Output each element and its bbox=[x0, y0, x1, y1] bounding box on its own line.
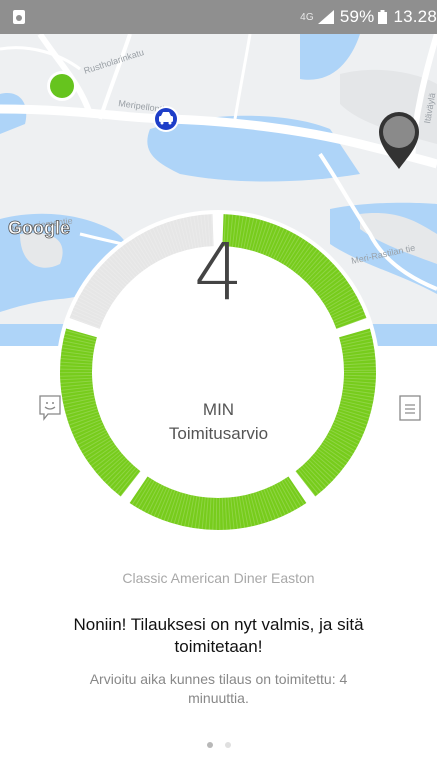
receipt-icon[interactable] bbox=[398, 394, 422, 422]
page-dot[interactable] bbox=[224, 742, 231, 748]
eta-minutes: 4 bbox=[193, 228, 244, 318]
eta-unit: MIN bbox=[202, 400, 235, 419]
page-indicator[interactable] bbox=[0, 742, 437, 748]
restaurant-name: Classic American Diner Easton bbox=[122, 570, 315, 586]
delivery-estimate-text: Arvioitu aika kunnes tilaus on toimitett… bbox=[89, 671, 348, 706]
feedback-icon[interactable] bbox=[38, 394, 62, 422]
page-dot-active[interactable] bbox=[206, 742, 213, 748]
eta-label: Toimitusarvio bbox=[168, 424, 269, 443]
eta-progress-ring: 4 MIN Toimitusarvio bbox=[0, 0, 437, 560]
order-status-headline: Noniin! Tilauksesi on nyt valmis, ja sit… bbox=[73, 615, 364, 656]
